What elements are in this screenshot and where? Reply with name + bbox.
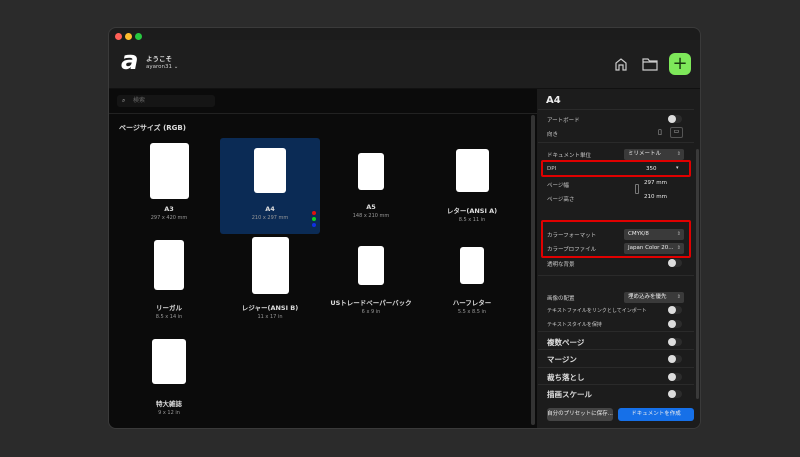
app-window: a ようこそ ayaron31 ⌄ + ⌕ 検索 ページサイズ (RGB) A3 2… xyxy=(108,27,701,429)
page-width-input[interactable]: 297 mm xyxy=(644,180,667,186)
zoom-window-button[interactable] xyxy=(135,33,142,40)
portrait-icon[interactable]: ▯ xyxy=(658,128,667,138)
preset-name: A3 xyxy=(164,205,174,213)
keep-style-toggle[interactable] xyxy=(668,320,682,328)
section-title: ページサイズ (RGB) xyxy=(119,124,186,132)
artboard-toggle[interactable] xyxy=(668,115,682,123)
welcome-text: ようこそ xyxy=(146,55,172,63)
panel-scrollbar[interactable] xyxy=(696,149,699,399)
page-height-input[interactable]: 210 mm xyxy=(644,194,667,200)
preset-size: 210 x 297 mm xyxy=(251,215,289,221)
color-format-select[interactable]: CMYK/8 xyxy=(624,229,684,240)
preset-size: 8.5 x 14 in xyxy=(155,314,183,320)
blue-dot-icon xyxy=(312,223,316,227)
orientation-label: 向き xyxy=(547,132,559,138)
preset-a5[interactable]: A5 148 x 210 mm xyxy=(321,153,421,219)
username: ayaron31 xyxy=(146,64,172,70)
preset-name: A4 xyxy=(265,205,275,213)
red-dot-icon xyxy=(312,211,316,215)
preset-name: USトレードペーパーバック xyxy=(330,299,412,307)
units-label: ドキュメント単位 xyxy=(547,153,592,159)
preset-a4-selected[interactable]: A4 210 x 297 mm xyxy=(220,138,320,234)
preset-name: レジャー(ANSI B) xyxy=(241,304,299,312)
search-placeholder: 検索 xyxy=(133,97,146,104)
search-icon: ⌕ xyxy=(122,97,126,104)
minimize-window-button[interactable] xyxy=(125,33,132,40)
link-text-label: テキストファイルをリンクとしてインポート xyxy=(547,308,647,314)
bleed-label: 裁ち落とし xyxy=(547,373,585,382)
units-select[interactable]: ミリメートル xyxy=(624,149,684,160)
plus-icon: + xyxy=(672,53,688,74)
save-preset-button[interactable]: 自分のプリセットに保存... xyxy=(547,408,613,421)
bleed-toggle[interactable] xyxy=(668,373,682,381)
highlight-box xyxy=(541,160,691,177)
preset-name: 特大雑誌 xyxy=(156,400,182,408)
new-document-button[interactable]: + xyxy=(669,53,691,75)
color-profile-select[interactable]: Japan Color 20... xyxy=(624,243,684,254)
link-text-toggle[interactable] xyxy=(668,306,682,314)
keep-style-label: テキストスタイルを保持 xyxy=(547,322,602,328)
preset-browser: ⌕ 検索 ページサイズ (RGB) A3 297 x 420 mm A4 210 x … xyxy=(109,89,537,428)
preset-us-trade[interactable]: USトレードペーパーバック 6 x 9 in xyxy=(321,246,421,315)
margin-toggle[interactable] xyxy=(668,355,682,363)
preset-size: 8.5 x 11 in xyxy=(458,217,486,223)
multi-page-toggle[interactable] xyxy=(668,338,682,346)
folder-icon[interactable] xyxy=(642,57,658,71)
preset-size: 6 x 9 in xyxy=(361,309,381,315)
preset-a3[interactable]: A3 297 x 420 mm xyxy=(119,143,219,221)
preset-tabloid[interactable]: 特大雑誌 9 x 12 in xyxy=(119,339,219,416)
preset-size: 9 x 12 in xyxy=(158,410,180,416)
app-logo: a xyxy=(121,46,139,76)
document-settings-panel: A4 アートボード 向き ▯ ▭ ドキュメント単位 ミリメートル DPI 350… xyxy=(538,89,700,428)
drawing-scale-toggle[interactable] xyxy=(668,390,682,398)
preset-size: 5.5 x 8.5 in xyxy=(457,309,487,315)
preset-half-letter[interactable]: ハーフレター 5.5 x 8.5 in xyxy=(422,247,522,315)
panel-title: A4 xyxy=(546,95,561,106)
preset-size: 11 x 17 in xyxy=(257,314,283,320)
preset-name: レター(ANSI A) xyxy=(446,207,498,215)
image-placement-select[interactable]: 埋め込みを優先 xyxy=(624,292,684,303)
color-format-label: カラーフォーマット xyxy=(547,233,597,239)
dpi-label: DPI xyxy=(547,166,557,172)
preset-name: A5 xyxy=(366,203,376,211)
preset-name: ハーフレター xyxy=(452,299,492,307)
multi-page-label: 複数ページ xyxy=(547,338,585,347)
artboard-label: アートボード xyxy=(547,118,580,124)
landscape-icon[interactable]: ▭ xyxy=(670,127,683,138)
color-profile-label: カラープロファイル xyxy=(547,247,597,253)
preset-name: リーガル xyxy=(156,304,182,312)
header: a ようこそ ayaron31 ⌄ + xyxy=(109,40,700,89)
home-icon[interactable] xyxy=(614,57,628,71)
green-dot-icon xyxy=(312,217,316,221)
chevron-down-icon: ⌄ xyxy=(173,64,179,70)
transparent-bg-toggle[interactable] xyxy=(668,259,682,267)
transparent-bg-label: 透明な背景 xyxy=(547,262,575,268)
dropdown-arrow-icon: ▾ xyxy=(676,165,679,171)
preset-ledger[interactable]: レジャー(ANSI B) 11 x 17 in xyxy=(220,237,320,320)
margin-label: マージン xyxy=(547,355,577,364)
page-width-label: ページ幅 xyxy=(547,183,569,189)
preset-letter[interactable]: レター(ANSI A) 8.5 x 11 in xyxy=(422,149,522,223)
close-window-button[interactable] xyxy=(115,33,122,40)
preset-legal[interactable]: リーガル 8.5 x 14 in xyxy=(119,240,219,320)
image-placement-label: 画像の配置 xyxy=(547,296,575,302)
search-input[interactable]: ⌕ 検索 xyxy=(117,95,215,107)
link-dimensions-icon[interactable] xyxy=(635,184,639,194)
user-menu[interactable]: ayaron31 ⌄ xyxy=(146,64,178,70)
page-height-label: ページ高さ xyxy=(547,197,575,203)
create-document-button[interactable]: ドキュメントを作成 xyxy=(618,408,694,421)
preset-size: 297 x 420 mm xyxy=(150,215,188,221)
dpi-select[interactable]: 350 xyxy=(646,166,657,172)
drawing-scale-label: 描画スケール xyxy=(547,390,592,399)
scrollbar[interactable] xyxy=(531,115,535,425)
preset-size: 148 x 210 mm xyxy=(352,213,390,219)
